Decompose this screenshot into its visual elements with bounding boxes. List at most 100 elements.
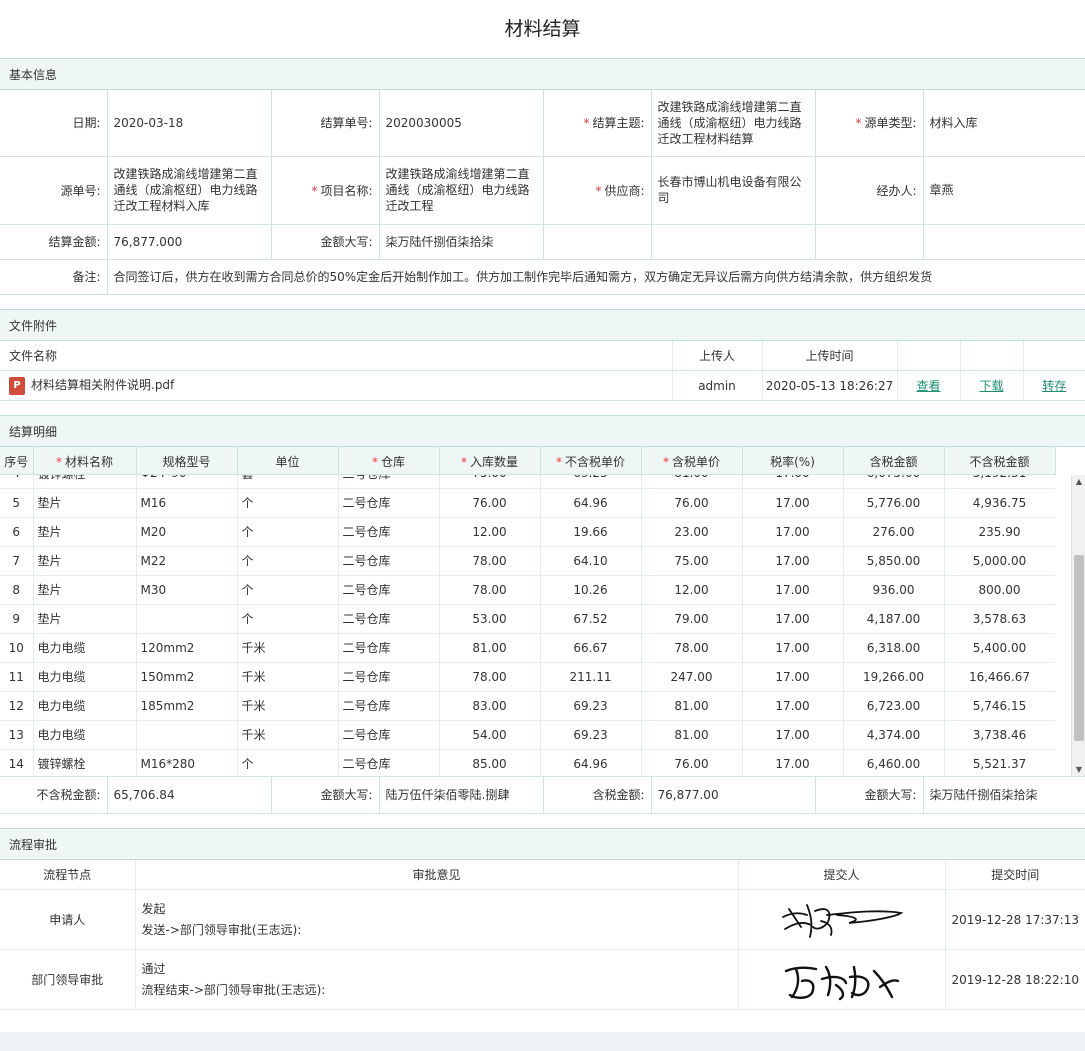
row-unit: 个 xyxy=(237,517,339,547)
col-header-quantity: * 入库数量 xyxy=(439,447,541,475)
table-row[interactable]: 4镀锌螺栓Φ24*90套二号仓库75.0069.2381.0017.006,07… xyxy=(0,475,1055,489)
row-gross-price: 78.00 xyxy=(641,633,743,663)
scroll-up-arrow-icon[interactable]: ▲ xyxy=(1072,475,1085,489)
view-file-link[interactable]: 查看 xyxy=(897,370,961,401)
source-type-value: 材料入库 xyxy=(923,90,1085,157)
row-index: 11 xyxy=(0,662,34,692)
row-warehouse: 二号仓库 xyxy=(338,633,440,663)
row-material: 垫片 xyxy=(33,488,137,518)
row-gross-amount: 5,776.00 xyxy=(843,488,945,518)
flow-opinion-action: 发起 xyxy=(141,901,166,916)
table-row[interactable]: 5 垫片 M16 个二号仓库 76.00 64.96 76.00 17.00 5,776.00 4… xyxy=(0,488,1055,518)
file-row: P 材料结算相关附件说明.pdf admin 2020-05-13 18:26:2… xyxy=(0,370,1085,401)
row-quantity: 12.00 xyxy=(439,517,541,547)
row-index: 8 xyxy=(0,575,34,605)
table-row[interactable]: 12 电力电缆 185mm2 千米 二号仓库 83.00 69.23 81.00 17.00 6,… xyxy=(0,691,1055,721)
row-net-amount: 235.90 xyxy=(944,517,1055,547)
files-table: 文件名称 上传人 上传时间 P 材料结算相关附件说明.pdf admin 2020… xyxy=(0,340,1085,401)
signature-zhangyan-image xyxy=(781,903,903,938)
amount-label: 结算金额: xyxy=(0,224,108,260)
row-warehouse: 二号仓库 xyxy=(338,488,440,518)
row-unit: 个 xyxy=(237,575,339,605)
transfer-file-link[interactable]: 转存 xyxy=(1023,370,1085,401)
handler-value: 章燕 xyxy=(923,156,1085,225)
row-spec: M16*280 xyxy=(136,749,238,776)
source-no-value: 改建铁路成渝线增建第二直通线（成渝枢纽）电力线路迁改工程材料入库 xyxy=(107,156,272,225)
page: 材料结算 基本信息 日期: 2020-03-18 结算单号: 202003000… xyxy=(0,0,1085,1032)
details-scrollbar[interactable]: ▲ ▼ xyxy=(1071,475,1085,776)
section-details-header: 结算明细 xyxy=(0,415,1085,447)
source-type-label: * 源单类型: xyxy=(815,90,924,157)
row-gross-amount: 19,266.00 xyxy=(843,662,945,692)
scroll-down-arrow-icon[interactable]: ▼ xyxy=(1072,763,1085,776)
date-label: 日期: xyxy=(0,90,108,157)
flow-header-node: 流程节点 xyxy=(0,859,136,890)
row-warehouse: 二号仓库 xyxy=(338,475,440,489)
flow-opinion-detail: 发送->部门领导审批(王志远): xyxy=(141,922,302,937)
remark-label: 备注: xyxy=(0,259,108,295)
row-net-amount: 3,578.63 xyxy=(944,604,1055,634)
details-body[interactable]: 4镀锌螺栓Φ24*90套二号仓库75.0069.2381.0017.006,07… xyxy=(0,475,1055,776)
row-net-amount: 800.00 xyxy=(944,575,1055,605)
row-material: 电力电缆 xyxy=(33,633,137,663)
row-quantity: 75.00 xyxy=(439,475,541,489)
row-tax-rate: 17.00 xyxy=(742,517,844,547)
row-material: 电力电缆 xyxy=(33,720,137,750)
col-header-unit: 单位 xyxy=(237,447,339,475)
row-unit: 个 xyxy=(237,546,339,576)
table-row[interactable]: 6 垫片 M20 个二号仓库 12.00 19.66 23.00 17.00 276.00 235… xyxy=(0,517,1055,547)
table-row[interactable]: 13 电力电缆 千米 二号仓库 54.00 69.23 81.00 17.00 4,374.00… xyxy=(0,720,1055,750)
file-name: 材料结算相关附件说明.pdf xyxy=(31,378,175,393)
row-net-amount: 5,192.31 xyxy=(944,475,1055,489)
row-material: 镀锌螺栓 xyxy=(33,475,137,489)
row-warehouse: 二号仓库 xyxy=(338,720,440,750)
row-spec: M30 xyxy=(136,575,238,605)
row-spec: M16 xyxy=(136,488,238,518)
amount-value: 76,877.000 xyxy=(107,224,272,260)
empty-cell xyxy=(897,340,961,371)
row-material: 垫片 xyxy=(33,517,137,547)
scrollbar-thumb[interactable] xyxy=(1074,555,1084,741)
table-row[interactable]: 9 垫片 个二号仓库 53.00 67.52 79.00 17.00 4,187.00 3,57… xyxy=(0,604,1055,634)
row-unit: 千米 xyxy=(237,691,339,721)
table-row[interactable]: 8 垫片 M30 个二号仓库 78.00 10.26 12.00 17.00 936.00 800… xyxy=(0,575,1055,605)
row-warehouse: 二号仓库 xyxy=(338,749,440,776)
file-name-header: 文件名称 xyxy=(0,340,673,371)
row-gross-amount: 4,374.00 xyxy=(843,720,945,750)
uploader-header: 上传人 xyxy=(672,340,763,371)
row-net-price: 10.26 xyxy=(540,575,642,605)
table-row[interactable]: 7 垫片 M22 个二号仓库 78.00 64.10 75.00 17.00 5,850.00 5… xyxy=(0,546,1055,576)
empty-cell xyxy=(1023,340,1085,371)
table-row[interactable]: 11 电力电缆 150mm2 千米 二号仓库 78.00 211.11 247.00 17.00… xyxy=(0,662,1055,692)
row-gross-price: 81.00 xyxy=(641,720,743,750)
row-net-amount: 3,738.46 xyxy=(944,720,1055,750)
row-tax-rate: 17.00 xyxy=(742,488,844,518)
row-net-amount: 16,466.67 xyxy=(944,662,1055,692)
row-gross-price: 81.00 xyxy=(641,691,743,721)
settle-no-value: 2020030005 xyxy=(379,90,544,157)
row-net-price: 69.23 xyxy=(540,720,642,750)
row-spec: 120mm2 xyxy=(136,633,238,663)
row-quantity: 78.00 xyxy=(439,662,541,692)
row-material: 镀锌螺栓 xyxy=(33,749,137,776)
empty-cell xyxy=(543,224,652,260)
pdf-file-icon: P xyxy=(9,376,25,395)
row-tax-rate: 17.00 xyxy=(742,633,844,663)
row-quantity: 83.00 xyxy=(439,691,541,721)
row-gross-price: 12.00 xyxy=(641,575,743,605)
table-row[interactable]: 10 电力电缆 120mm2 千米 二号仓库 81.00 66.67 78.00 17.00 6,… xyxy=(0,633,1055,663)
gross-total-value: 76,877.00 xyxy=(651,777,816,814)
row-net-price: 64.10 xyxy=(540,546,642,576)
row-tax-rate: 17.00 xyxy=(742,720,844,750)
row-warehouse: 二号仓库 xyxy=(338,575,440,605)
download-file-link[interactable]: 下载 xyxy=(960,370,1024,401)
row-net-amount: 5,000.00 xyxy=(944,546,1055,576)
row-gross-amount: 6,318.00 xyxy=(843,633,945,663)
row-gross-amount: 6,460.00 xyxy=(843,749,945,776)
row-index: 10 xyxy=(0,633,34,663)
row-net-price: 211.11 xyxy=(540,662,642,692)
table-row[interactable]: 14 镀锌螺栓 M16*280 个二号仓库 85.00 64.96 76.00 17.00 6,… xyxy=(0,749,1055,776)
row-unit: 个 xyxy=(237,488,339,518)
section-flow-header: 流程审批 xyxy=(0,827,1085,860)
col-header-warehouse: * 仓库 xyxy=(338,447,440,475)
